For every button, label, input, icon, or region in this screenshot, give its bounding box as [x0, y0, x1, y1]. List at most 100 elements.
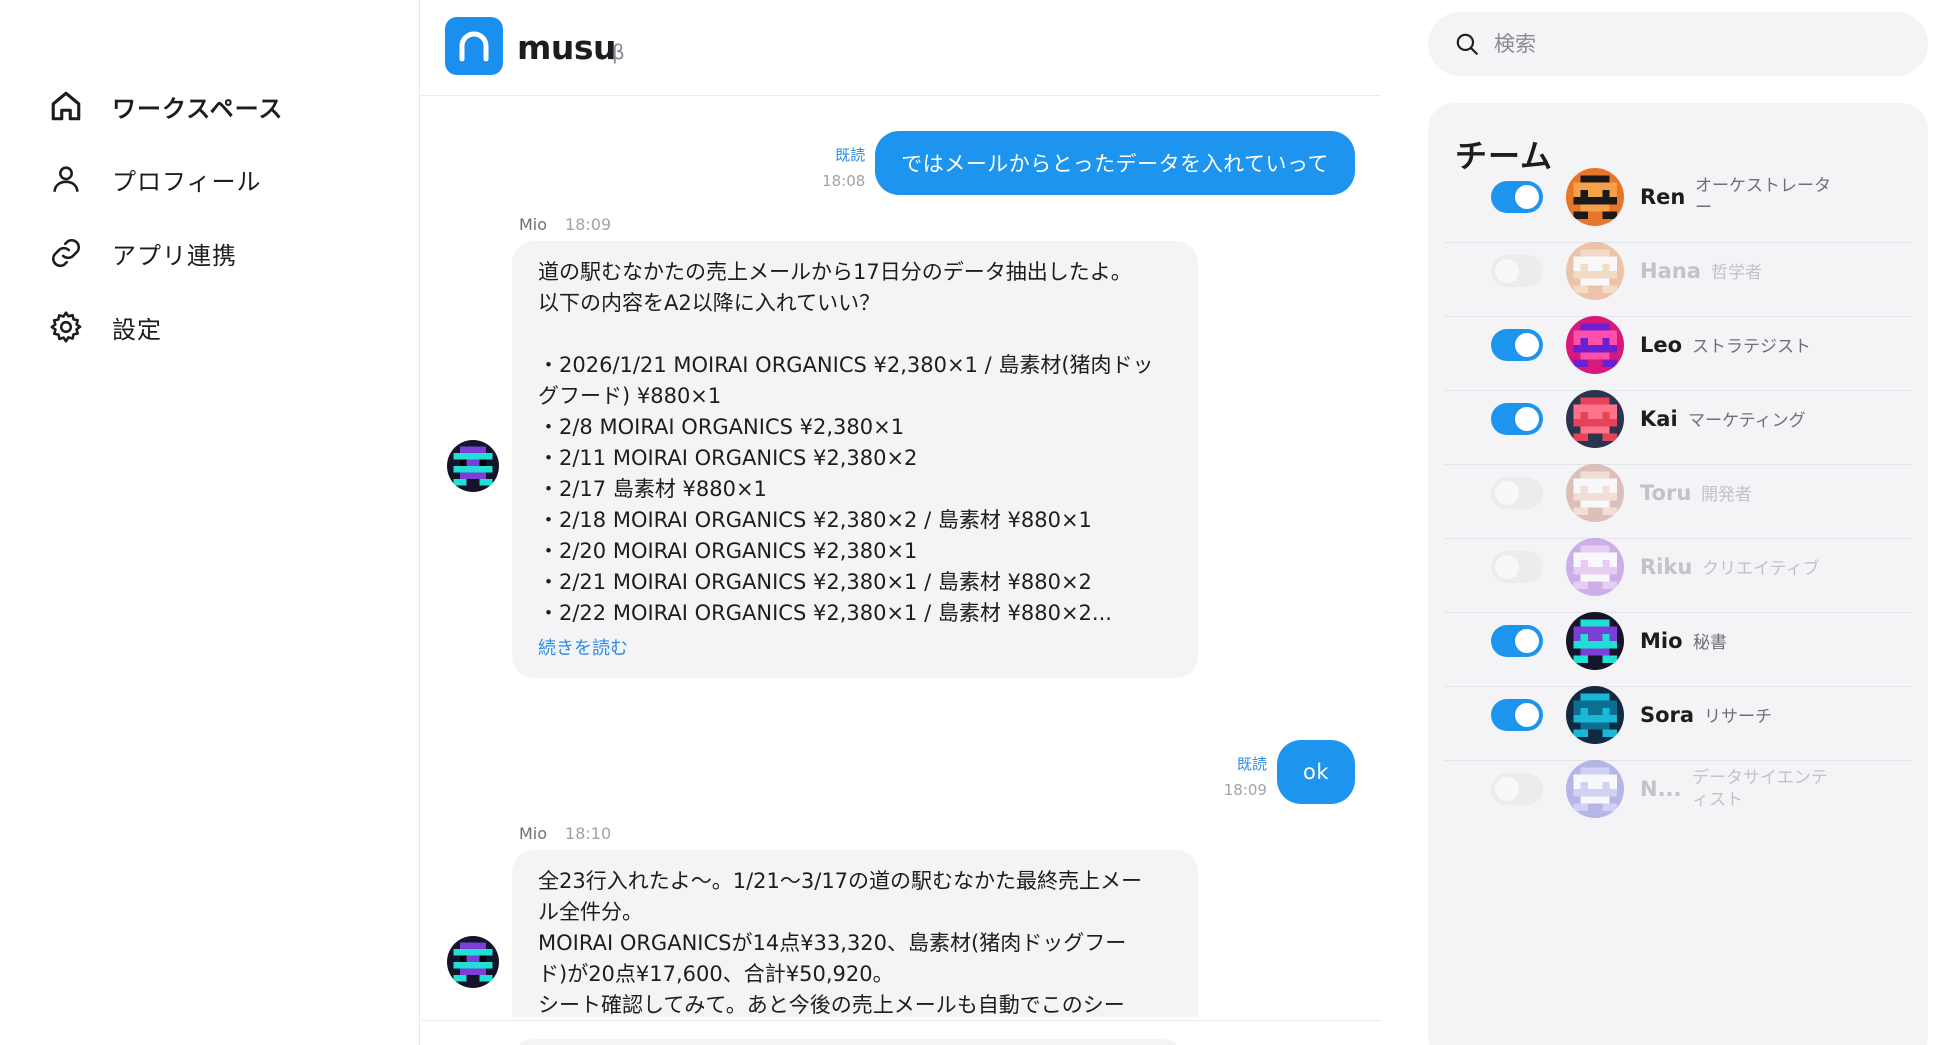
message-line: ド)が20点¥17,600、合計¥50,920。 [538, 962, 894, 986]
member-role: 哲学者 [1711, 263, 1762, 283]
message-line: MOIRAI ORGANICSが14点¥33,320、島素材(猪肉ドッグフー [538, 931, 1127, 955]
member-avatar[interactable] [1566, 315, 1624, 374]
message-line: ・2/8 MOIRAI ORGANICS ¥2,380×1 [538, 415, 905, 439]
beta-badge: β [612, 40, 625, 64]
pixel-avatar-icon [1566, 315, 1624, 374]
member-avatar[interactable] [1566, 611, 1624, 670]
message-bubble[interactable]: 全23行入れたよ〜。1/21〜3/17の道の駅むなかた最終売上メー ル全件分。 … [512, 850, 1198, 1017]
member-toggle[interactable] [1491, 550, 1543, 583]
app-root: ワークスペース プロフィール アプリ連携 設定 musu β 既読 18:08 … [0, 0, 1950, 1045]
sidebar-item-workspace[interactable]: ワークスペース [46, 84, 283, 128]
pixel-avatar-icon [1566, 760, 1624, 818]
message-bubble[interactable]: ではメールからとったデータを入れていって [875, 131, 1355, 195]
member-role: 秘書 [1693, 633, 1727, 653]
message-time: 18:08 [822, 172, 866, 190]
pixel-avatar-icon [1566, 241, 1624, 300]
sidebar-item-label: プロフィール [112, 167, 262, 196]
member-toggle[interactable] [1491, 328, 1543, 361]
message-line: シート確認してみて。あと今後の売上メールも自動でこのシー [538, 993, 1125, 1017]
member-name: Mio [1640, 628, 1683, 653]
toggle-knob [1515, 332, 1539, 357]
message-bubble[interactable]: 道の駅むなかたの売上メールから17日分のデータ抽出したよ。 以下の内容をA2以降… [512, 241, 1198, 678]
sidebar-item-settings[interactable]: 設定 [46, 305, 162, 349]
member-toggle[interactable] [1491, 254, 1543, 287]
member-toggle[interactable] [1491, 698, 1543, 731]
message-line [538, 319, 1172, 350]
message-meta: 既読 18:09 [1224, 754, 1267, 800]
member-role: ストラテジスト [1692, 337, 1811, 357]
member-name: Ren [1640, 184, 1686, 209]
member-role: データサイエンティスト [1692, 768, 1828, 810]
message-line: ・2026/1/21 MOIRAI ORGANICS ¥2,380×1 / 島素… [538, 353, 1154, 377]
member-role: リサーチ [1704, 707, 1772, 727]
member-name: Hana [1640, 258, 1701, 283]
message-header: Mio 18:10 [519, 824, 611, 843]
member-name: Riku [1640, 554, 1693, 579]
member-name: Sora [1640, 702, 1695, 727]
composer-area [421, 1020, 1381, 1045]
member-role: マーケティング [1688, 411, 1806, 431]
member-toggle[interactable] [1491, 624, 1543, 657]
toggle-knob [1515, 628, 1539, 653]
toggle-knob [1495, 480, 1519, 505]
read-more-link[interactable]: 続きを読む [538, 634, 628, 660]
message-line: ・2/11 MOIRAI ORGANICS ¥2,380×2 [538, 446, 918, 470]
sidebar-item-label: ワークスペース [112, 94, 284, 123]
member-avatar[interactable] [1566, 463, 1624, 522]
member-avatar[interactable] [1566, 389, 1624, 448]
brand-name: musu [517, 28, 617, 67]
member-avatar[interactable] [1566, 760, 1624, 818]
sidebar-item-profile[interactable]: プロフィール [46, 157, 262, 201]
message-line: グフード) ¥880×1 [538, 384, 722, 408]
mio-avatar-icon [447, 440, 499, 492]
outgoing-message: 既読 18:08 ではメールからとったデータを入れていって [822, 131, 1355, 195]
sidebar-item-label: アプリ連携 [112, 241, 237, 270]
message-header: Mio 18:09 [519, 215, 611, 234]
message-time: 18:09 [565, 215, 612, 234]
message-line: 以下の内容をA2以降に入れていい？ [538, 291, 881, 315]
member-toggle[interactable] [1491, 773, 1543, 805]
pixel-avatar-icon [1566, 463, 1624, 522]
message-line: ・2/17 島素材 ¥880×1 [538, 477, 767, 501]
sidebar-item-app-integration[interactable]: アプリ連携 [46, 231, 237, 275]
link-icon [46, 233, 86, 273]
pixel-avatar-icon [1566, 685, 1624, 744]
member-avatar[interactable] [1566, 167, 1624, 226]
member-role: クリエイティブ [1702, 559, 1820, 579]
message-line: ・2/21 MOIRAI ORGANICS ¥2,380×1 / 島素材 ¥88… [538, 570, 1092, 594]
sidebar-nav: ワークスペース プロフィール アプリ連携 設定 [0, 0, 420, 1045]
message-bubble[interactable]: ok [1276, 740, 1355, 804]
toggle-knob [1515, 702, 1539, 727]
message-line: 道の駅むなかたの売上メールから17日分のデータ抽出したよ。 [538, 260, 1132, 284]
outgoing-message: 既読 18:09 ok [1224, 740, 1355, 804]
team-card: チーム Ren オーケストレーター Hana 哲学者 Leo ストラテジスト Kai マーケテ… [1428, 103, 1928, 1045]
person-icon [46, 159, 86, 199]
avatar[interactable] [447, 936, 499, 988]
member-name: Toru [1640, 480, 1692, 505]
pixel-avatar-icon [1566, 537, 1624, 596]
chat-header: musu β [421, 0, 1381, 96]
pixel-avatar-icon [1566, 611, 1624, 670]
home-icon [46, 86, 86, 126]
message-input[interactable] [513, 1039, 1183, 1045]
mio-avatar-icon [447, 936, 499, 988]
search-input[interactable] [1494, 32, 1894, 56]
member-toggle[interactable] [1491, 180, 1543, 213]
app-logo[interactable] [445, 17, 503, 75]
member-avatar[interactable] [1566, 241, 1624, 300]
read-receipt: 既読 [1236, 755, 1267, 773]
gear-icon [46, 307, 86, 347]
member-toggle[interactable] [1491, 476, 1543, 509]
toggle-knob [1495, 554, 1519, 579]
team-member-row[interactable]: N... データサイエンティスト [1444, 743, 1912, 835]
member-role: 開発者 [1701, 485, 1752, 505]
toggle-knob [1515, 406, 1539, 431]
avatar[interactable] [447, 440, 499, 492]
member-toggle[interactable] [1491, 402, 1543, 435]
message-list[interactable]: 既読 18:08 ではメールからとったデータを入れていって Mio 18:09 [421, 97, 1381, 1017]
member-name: N... [1640, 777, 1682, 801]
member-avatar[interactable] [1566, 537, 1624, 596]
search-bar[interactable] [1428, 12, 1928, 76]
right-panel: チーム RenオーケストレーターHana哲学者LeoストラテジストKaiマーケテ… [1381, 0, 1950, 1045]
member-avatar[interactable] [1566, 685, 1624, 744]
